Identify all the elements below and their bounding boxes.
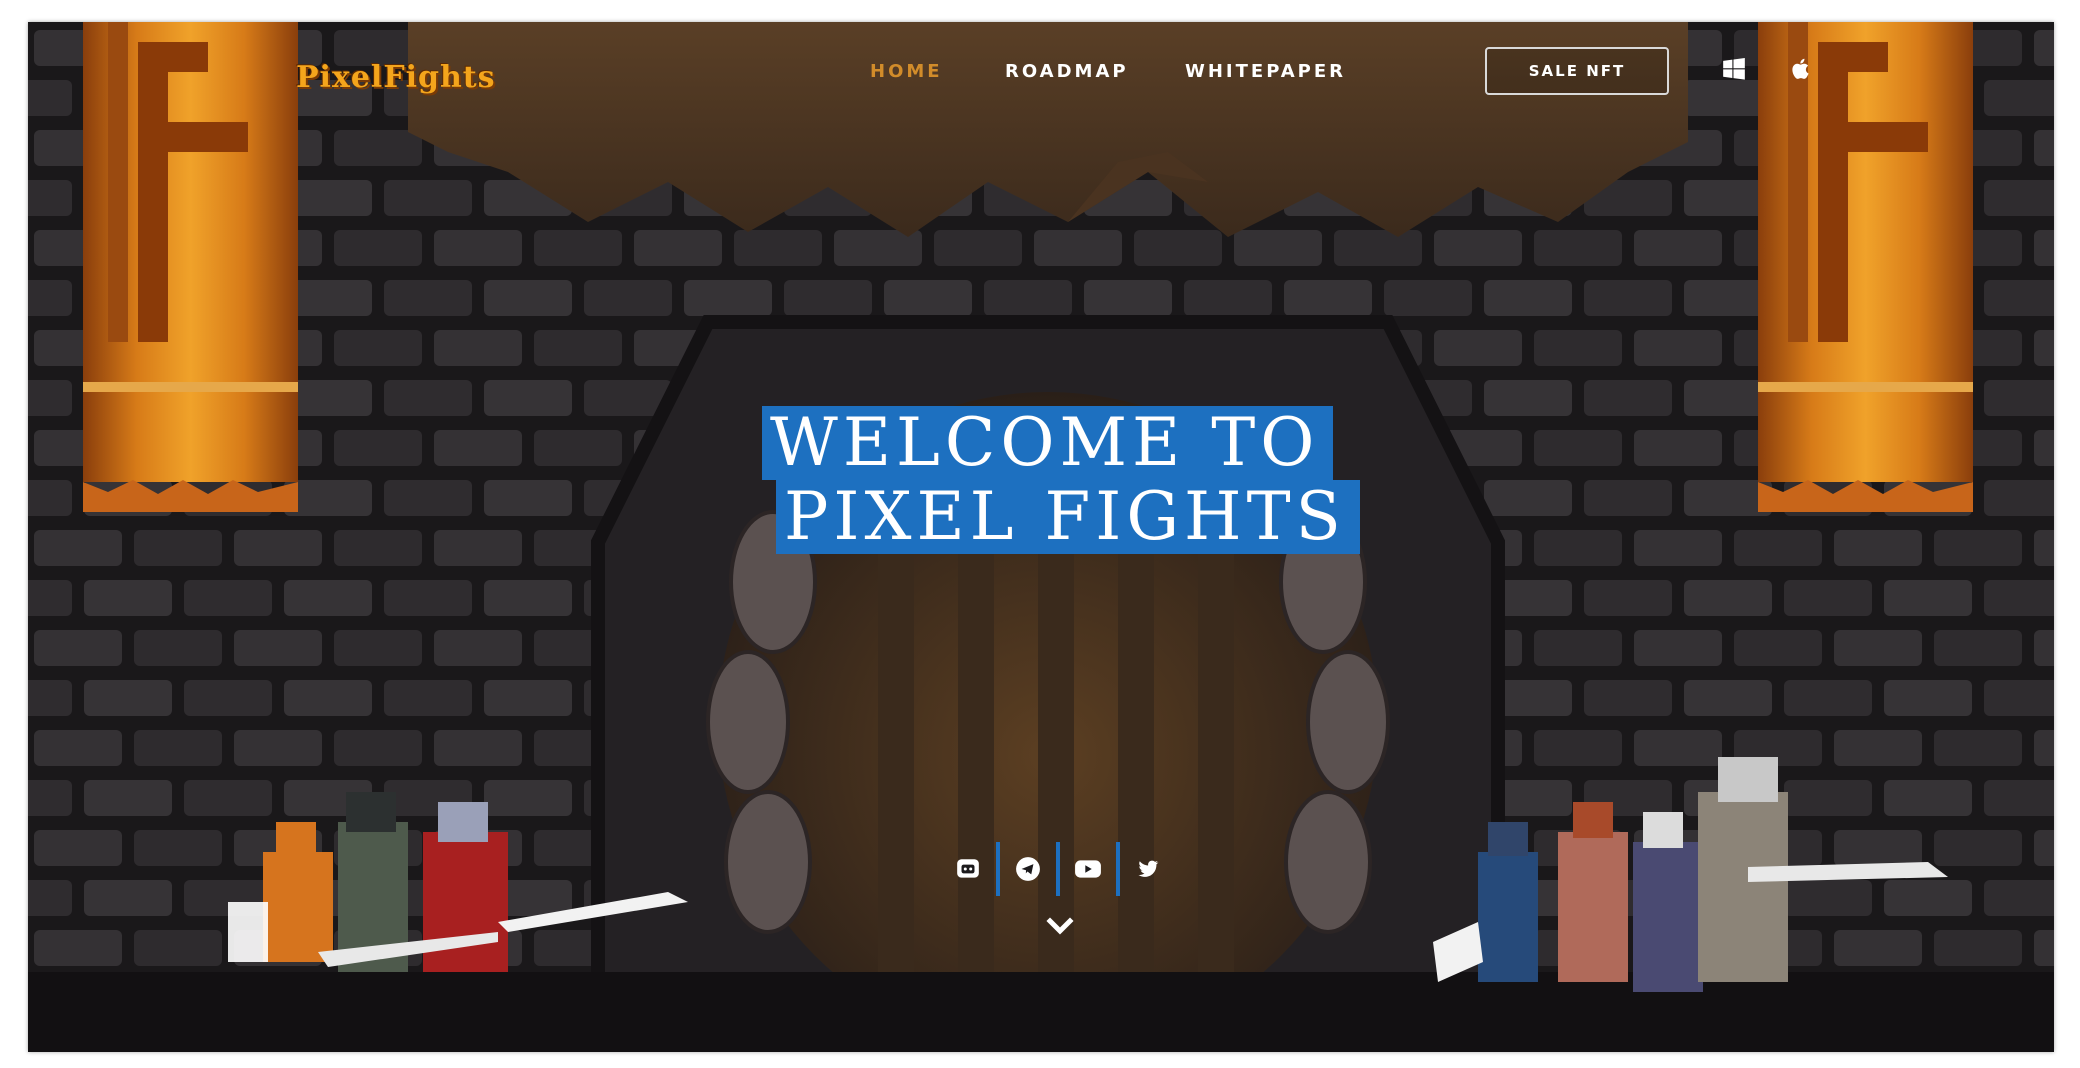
hero-title-line-2: PIXEL FIGHTS [776,480,1360,554]
telegram-link[interactable] [1000,839,1056,899]
nav-roadmap[interactable]: ROADMAP [1005,61,1129,82]
sale-nft-button[interactable]: SALE NFT [1485,47,1669,95]
site-logo[interactable]: PixelFights [296,60,496,95]
youtube-icon [1075,860,1101,878]
discord-icon [957,859,979,878]
twitter-link[interactable] [1120,839,1176,899]
chevron-down-icon[interactable] [1044,912,1076,940]
discord-link[interactable] [940,839,996,899]
windows-icon[interactable] [1721,56,1747,82]
page-frame: PixelFights HOME ROADMAP WHITEPAPER SALE… [28,22,2054,1052]
apple-icon[interactable] [1788,56,1814,82]
telegram-icon [1016,857,1040,881]
youtube-link[interactable] [1060,839,1116,899]
nav-whitepaper[interactable]: WHITEPAPER [1185,61,1346,82]
twitter-icon [1138,860,1159,877]
nav-home[interactable]: HOME [870,61,943,82]
hero-title-line-1: WELCOME TO [762,406,1334,480]
social-links [940,839,1176,899]
